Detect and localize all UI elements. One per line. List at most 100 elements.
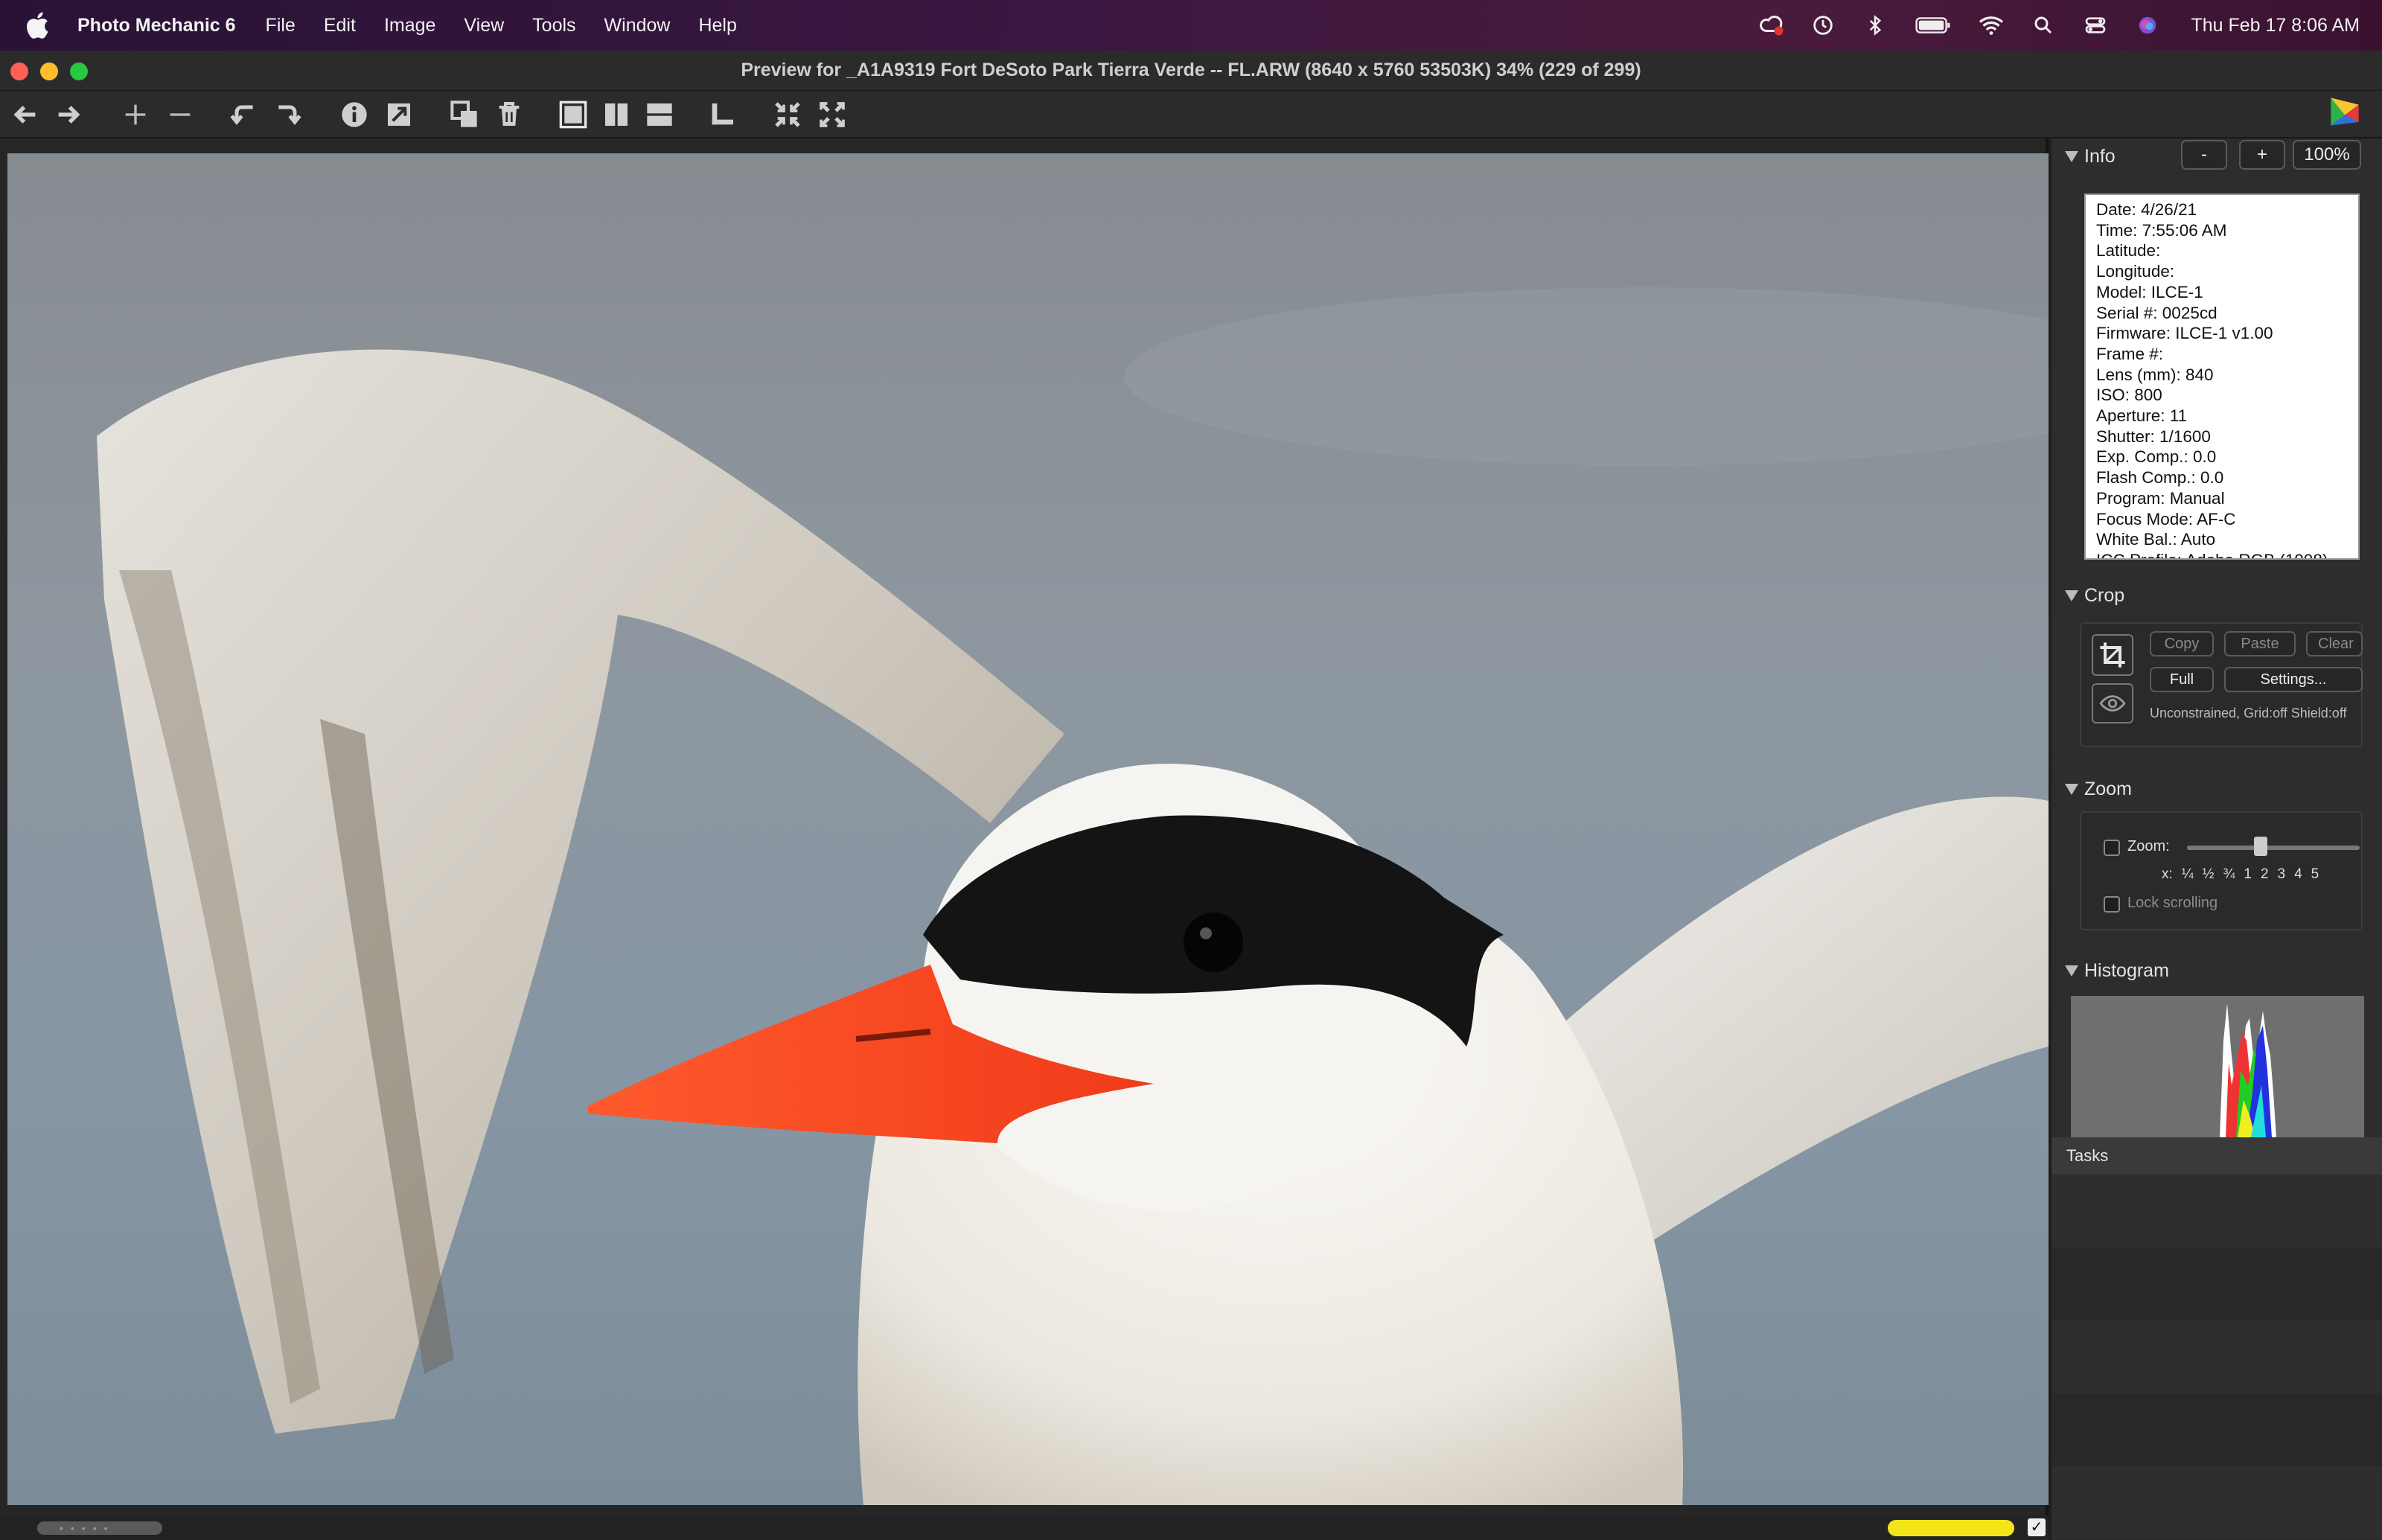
task-row [2051, 1175, 2382, 1247]
color-class-indicator[interactable] [1888, 1520, 2014, 1536]
zoom-checkbox[interactable] [2104, 840, 2120, 856]
histogram-graph [2071, 996, 2364, 1137]
histogram-section-header[interactable]: Histogram [2065, 960, 2169, 982]
zoom-tick: 1 [2244, 866, 2252, 882]
zoom-window-button[interactable] [70, 63, 88, 80]
creative-cloud-icon[interactable] [1757, 12, 1784, 39]
full-screen-icon[interactable] [816, 98, 849, 131]
spotlight-search-icon[interactable] [2030, 12, 2057, 39]
crop-copy-button[interactable]: Copy [2150, 631, 2214, 656]
info-line: ICC Profile: Adobe RGB (1998) [2096, 550, 2358, 558]
disclosure-triangle-icon[interactable] [2065, 784, 2078, 795]
rotate-left-icon[interactable] [228, 98, 261, 131]
next-photo-arrow-icon[interactable] [52, 98, 85, 131]
zoom-tick: ¾ [2223, 866, 2235, 882]
info-line: Longitude: [2096, 262, 2175, 281]
battery-icon[interactable] [1914, 12, 1952, 39]
wifi-icon[interactable] [1978, 12, 2005, 39]
zoom-in-plus-icon[interactable] [119, 98, 152, 131]
lock-scrolling-checkbox[interactable] [2104, 896, 2120, 913]
crop-section-header[interactable]: Crop [2065, 585, 2124, 607]
info-line: White Bal.: Auto [2096, 530, 2216, 549]
window-title-bar: Preview for _A1A9319 Fort DeSoto Park Ti… [0, 51, 2382, 91]
menu-image[interactable]: Image [384, 15, 435, 36]
crop-settings-button[interactable]: Settings... [2224, 667, 2363, 692]
zoom-slider-knob[interactable] [2254, 837, 2267, 856]
menu-tools[interactable]: Tools [532, 15, 575, 36]
zoom-section-header[interactable]: Zoom [2065, 779, 2132, 800]
zoom-tick: ½ [2202, 866, 2215, 882]
info-line: Date: 4/26/21 [2096, 200, 2197, 219]
crop-tool-icon[interactable] [2092, 634, 2133, 676]
bluetooth-icon[interactable] [1862, 12, 1888, 39]
info-zoom-percent-button[interactable]: 100% [2293, 140, 2361, 170]
window-title: Preview for _A1A9319 Fort DeSoto Park Ti… [741, 60, 1641, 80]
duplicate-icon[interactable] [448, 98, 481, 131]
menu-help[interactable]: Help [698, 15, 736, 36]
time-machine-icon[interactable] [1810, 12, 1836, 39]
close-window-button[interactable] [10, 63, 28, 80]
single-view-icon[interactable] [557, 98, 590, 131]
crop-paste-button[interactable]: Paste [2224, 631, 2296, 656]
menubar-clock[interactable]: Thu Feb 17 8:06 AM [2191, 15, 2360, 36]
histogram-section-label: Histogram [2084, 960, 2169, 981]
disclosure-triangle-icon[interactable] [2065, 965, 2078, 977]
siri-icon[interactable] [2134, 12, 2161, 39]
fit-to-window-icon[interactable] [771, 98, 804, 131]
tasks-list [2051, 1175, 2382, 1540]
zoom-tick: 4 [2294, 866, 2302, 882]
info-section-label: Info [2084, 146, 2116, 167]
horizontal-scrollbar[interactable]: ••••• ✓ [0, 1515, 2049, 1540]
disclosure-triangle-icon[interactable] [2065, 151, 2078, 162]
apple-menu-icon[interactable] [22, 9, 55, 42]
info-line: ISO: 800 [2096, 386, 2162, 405]
stacked-view-icon[interactable] [643, 98, 676, 131]
info-line: Program: Manual [2096, 488, 2225, 508]
info-line: Time: 7:55:06 AM [2096, 220, 2227, 240]
photo-viewer[interactable] [0, 138, 2049, 1520]
crop-status-text: Unconstrained, Grid:off Shield:off [2150, 706, 2347, 721]
level-icon[interactable] [706, 98, 738, 131]
info-section-header[interactable]: Info [2065, 146, 2116, 167]
task-row [2051, 1247, 2382, 1320]
control-center-icon[interactable] [2082, 12, 2109, 39]
tasks-header[interactable]: Tasks [2051, 1137, 2382, 1175]
info-line: Frame #: [2096, 344, 2164, 363]
minimize-window-button[interactable] [40, 63, 58, 80]
menu-file[interactable]: File [266, 15, 296, 36]
trash-icon[interactable] [493, 98, 526, 131]
metadata-info-box[interactable]: Date: 4/26/21 Time: 7:55:06 AM Latitude:… [2084, 194, 2360, 560]
photo-mechanic-logo-icon [2324, 91, 2369, 135]
info-line: Focus Mode: AF-C [2096, 509, 2236, 528]
crop-clear-button[interactable]: Clear [2306, 631, 2363, 656]
info-decrease-button[interactable]: - [2181, 140, 2227, 170]
info-line: Serial #: 0025cd [2096, 303, 2217, 322]
crop-preview-eye-icon[interactable] [2092, 683, 2133, 723]
crop-full-button[interactable]: Full [2150, 667, 2214, 692]
menu-window[interactable]: Window [604, 15, 671, 36]
info-line: Latitude: [2096, 241, 2161, 261]
zoom-tick: ¼ [2181, 866, 2194, 882]
menu-bar: Photo Mechanic 6 File Edit Image View To… [0, 0, 2382, 51]
photo-preview[interactable] [7, 153, 2049, 1505]
info-line: Firmware: ILCE-1 v1.00 [2096, 324, 2273, 343]
info-line: Lens (mm): 840 [2096, 365, 2214, 384]
menu-edit[interactable]: Edit [324, 15, 356, 36]
tag-checkbox[interactable]: ✓ [2028, 1518, 2046, 1536]
crop-section-label: Crop [2084, 585, 2125, 606]
task-row [2051, 1393, 2382, 1466]
app-name-menu[interactable]: Photo Mechanic 6 [77, 15, 236, 36]
info-line: Model: ILCE-1 [2096, 282, 2203, 301]
info-icon[interactable] [338, 98, 371, 131]
rotate-right-icon[interactable] [271, 98, 304, 131]
menu-view[interactable]: View [464, 15, 504, 36]
side-by-side-view-icon[interactable] [600, 98, 633, 131]
disclosure-triangle-icon[interactable] [2065, 590, 2078, 601]
edit-image-icon[interactable] [383, 98, 415, 131]
info-increase-button[interactable]: + [2239, 140, 2285, 170]
zoom-label: Zoom: [2127, 838, 2170, 854]
zoom-slider-track[interactable] [2187, 846, 2360, 850]
zoom-out-minus-icon[interactable] [164, 98, 197, 131]
previous-photo-arrow-icon[interactable] [9, 98, 42, 131]
zoom-tick: 5 [2311, 866, 2319, 882]
